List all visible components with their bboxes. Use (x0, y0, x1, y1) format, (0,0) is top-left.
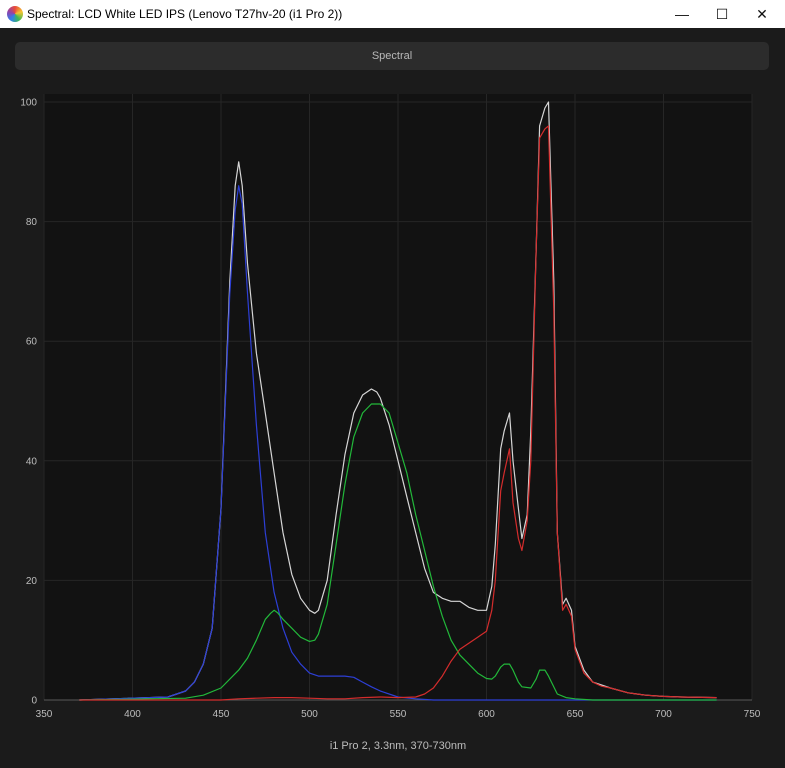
x-tick-label: 750 (744, 709, 761, 720)
x-tick-label: 500 (301, 709, 318, 720)
y-tick-label: 40 (26, 456, 38, 467)
y-tick-label: 0 (31, 696, 37, 707)
y-tick-label: 20 (26, 576, 38, 587)
x-tick-label: 450 (213, 709, 230, 720)
y-tick-label: 100 (20, 98, 37, 109)
x-axis-label: i1 Pro 2, 3.3nm, 370-730nm (330, 740, 466, 752)
x-tick-label: 600 (478, 709, 495, 720)
x-tick-label: 400 (124, 709, 141, 720)
spectral-chart: 350 400 450 500 550 600 650 700 750 0 20 40 60 80 100… (20, 94, 761, 752)
y-axis-ticks: 0 20 40 60 80 100 (20, 98, 37, 707)
x-tick-label: 550 (390, 709, 407, 720)
x-tick-label: 350 (36, 709, 53, 720)
x-tick-label: 650 (567, 709, 584, 720)
y-tick-label: 60 (26, 337, 38, 348)
x-tick-label: 700 (655, 709, 672, 720)
y-tick-label: 80 (26, 217, 38, 228)
x-axis-ticks: 350 400 450 500 550 600 650 700 750 (36, 709, 761, 720)
